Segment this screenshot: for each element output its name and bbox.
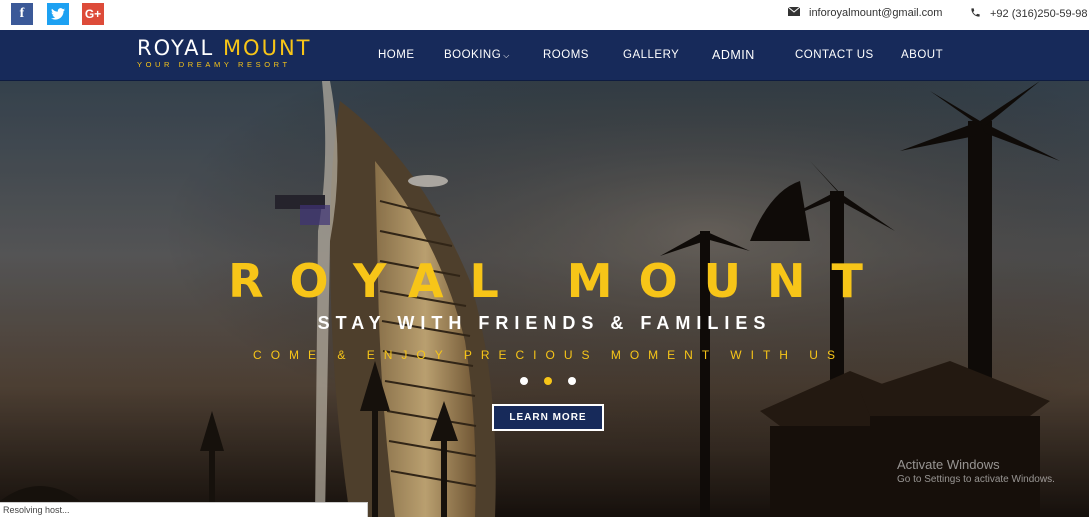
twitter-bird-icon (51, 8, 65, 20)
email-text: inforoyalmount@gmail.com (809, 7, 943, 19)
chevron-down-icon: ⌵ (503, 51, 510, 60)
hero-slider: ROYAL MOUNT STAY WITH FRIENDS & FAMILIES… (0, 81, 1089, 517)
watermark-title: Activate Windows (897, 457, 1000, 472)
nav-admin[interactable]: ADMIN (712, 48, 755, 62)
main-navbar: ROYAL MOUNT YOUR DREAMY RESORT HOME BOOK… (0, 30, 1089, 81)
nav-about[interactable]: ABOUT (901, 49, 943, 61)
contact-email[interactable]: inforoyalmount@gmail.com (787, 6, 943, 19)
watermark-subtitle: Go to Settings to activate Windows. (897, 474, 1055, 485)
brand-tagline: YOUR DREAMY RESORT (137, 60, 291, 69)
brand-name-part2: MOUNT (222, 36, 312, 60)
slider-dots (520, 377, 576, 385)
slider-dot-2[interactable] (544, 377, 552, 385)
slider-dot-1[interactable] (520, 377, 528, 385)
brand-name-part1: ROYAL (137, 36, 215, 60)
phone-text: +92 (316)250-59-98 (990, 8, 1088, 20)
nav-rooms[interactable]: ROOMS (543, 49, 589, 61)
learn-more-button[interactable]: LEARN MORE (492, 404, 604, 431)
nav-booking-label: BOOKING (444, 49, 502, 61)
nav-contact-us[interactable]: CONTACT US (795, 49, 874, 61)
nav-booking[interactable]: BOOKING ⌵ (444, 49, 510, 61)
twitter-icon[interactable] (47, 3, 69, 25)
nav-gallery[interactable]: GALLERY (623, 49, 679, 61)
contact-phone[interactable]: +92 (316)250-59-98 (970, 7, 1088, 21)
windows-activation-watermark: Activate Windows Go to Settings to activ… (897, 457, 1055, 485)
hero-tagline: COME & ENJOY PRECIOUS MOMENT WITH US (253, 348, 844, 362)
googleplus-glyph: G+ (84, 7, 102, 21)
brand-name: ROYAL MOUNT (137, 36, 312, 60)
phone-icon (970, 7, 981, 21)
slider-dot-3[interactable] (568, 377, 576, 385)
hero-subtitle: STAY WITH FRIENDS & FAMILIES (317, 313, 772, 333)
top-bar: f G+ inforoyalmount@gmail.com +92 (316)2… (0, 0, 1089, 30)
nav-home[interactable]: HOME (378, 49, 415, 61)
hero-title: ROYAL MOUNT (228, 254, 889, 308)
browser-status-bar: Resolving host... (0, 502, 368, 517)
brand-logo[interactable]: ROYAL MOUNT YOUR DREAMY RESORT (137, 36, 312, 69)
envelope-icon (787, 6, 801, 19)
facebook-glyph: f (19, 6, 25, 21)
facebook-icon[interactable]: f (11, 3, 33, 25)
googleplus-icon[interactable]: G+ (82, 3, 104, 25)
